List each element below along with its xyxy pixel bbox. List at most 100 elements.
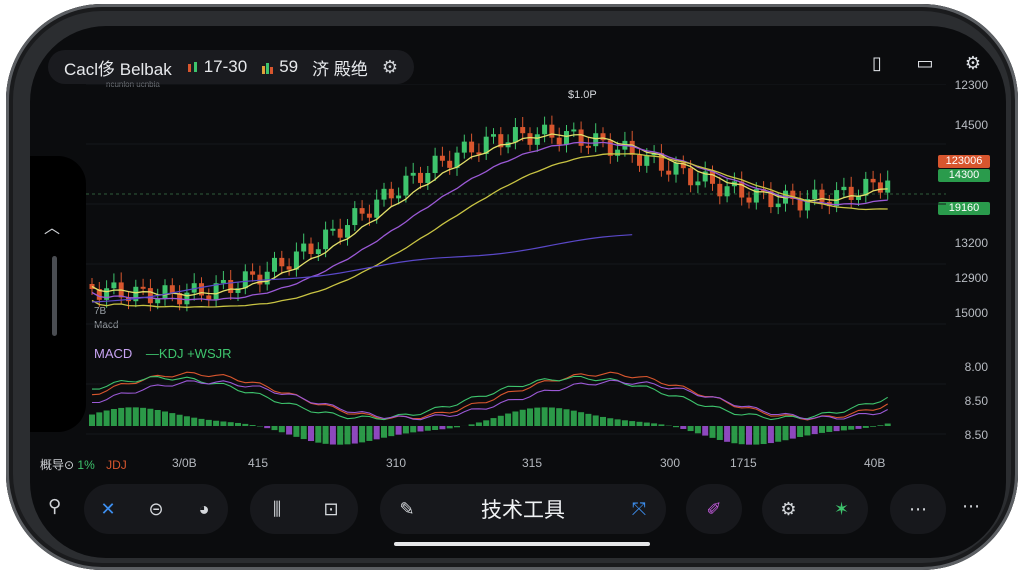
macd-bar [351,426,358,444]
macd-bar [833,426,840,432]
macd-bar [278,426,285,433]
macd-bar [154,409,161,426]
macd-bar [286,426,293,435]
brush-icon[interactable]: ✐ [695,490,733,528]
candle-body [812,189,818,200]
macd-bar [424,426,431,431]
candle-icon [186,60,200,74]
macd-bar [162,411,168,426]
macd-bar [877,425,884,426]
macd-bar [563,409,570,426]
macd-bar [680,426,687,429]
candle-body [877,182,883,193]
candle-body [666,170,672,175]
wrench-icon[interactable]: ✕ [89,490,127,528]
macd-bar [651,423,658,426]
macd-bar [804,426,811,436]
macd-bar [578,412,585,426]
macd-bar [512,411,519,426]
price-axis-label: 14500 [954,118,988,132]
circle-arrow-icon[interactable]: ⊝ [137,490,175,528]
macd-bar [848,426,855,430]
macd-bar [738,426,745,445]
symbol-title[interactable]: Cacl侈 Belbak [64,55,172,80]
square-icon[interactable]: ▯ [864,50,890,76]
candle-body [775,203,781,208]
macd-bar [220,421,227,426]
more-icon[interactable]: ⋯ [899,490,937,528]
tech-tools-button[interactable]: 技术工具 [481,494,565,524]
macd-bar [673,426,679,428]
candle-body [870,178,876,183]
macd-bar [775,426,782,442]
toolbar-group-2: ⫼ ⊡ [250,484,358,534]
macd-bar [556,408,563,426]
pie-icon[interactable]: ◕ [185,490,223,528]
macd-line [91,371,888,421]
draw-icon[interactable]: ✎ [388,490,426,528]
macd-bar [213,420,220,426]
macd-bar [753,426,760,445]
candle-body [637,154,642,166]
candle-body [673,162,679,175]
candle-body [724,186,730,197]
macd-bar [242,423,249,426]
more-icon[interactable]: ⋯ [962,496,980,517]
macd-bar [249,425,256,426]
network-icon[interactable]: ⤧ [620,490,658,528]
macd-bar [410,426,417,433]
chat-icon[interactable]: ▭ [912,50,938,76]
candle-body [564,131,569,145]
candle-body [542,124,548,135]
macd-bar [381,426,387,438]
macd-bar [300,426,307,440]
candle-body [425,173,431,183]
macd-bar [468,424,475,426]
macd-bar [446,426,453,429]
candlestick-chart[interactable]: $1.0P [86,84,946,474]
macd-line [92,379,888,421]
candle-body [147,288,153,304]
gear-icon[interactable]: ⚙ [382,57,398,78]
gear-icon[interactable]: ⚙ [770,490,808,528]
macd-lines [91,371,888,421]
candle-body [885,180,891,193]
macd-bar [870,426,877,427]
star-icon[interactable]: ✶ [823,490,861,528]
candle-body [337,228,343,238]
macd-bar [592,415,599,426]
macd-bar [548,407,555,426]
scroll-handle[interactable] [52,256,57,336]
candle-body [600,133,606,141]
macd-bar [643,422,650,426]
sliders-icon[interactable]: ⫼ [258,490,296,528]
macd-bar [621,420,628,426]
macd-bar [395,426,402,435]
macd-bar [702,426,709,436]
price-axis-label: 12300 [954,78,988,92]
macd-bar [315,426,322,443]
indicator-axis-label: 8.00 [964,360,988,374]
chevron-up-icon[interactable]: ︿ [44,214,60,237]
macd-bar [658,424,665,426]
candle-body [301,243,307,252]
candle-body [315,249,321,255]
candle-body [330,228,336,231]
macd-bar [527,408,533,426]
settings-icon[interactable]: ⚙ [960,50,986,76]
home-indicator[interactable] [394,542,650,546]
candle-body [366,213,372,218]
macd-bar [293,426,300,437]
location-icon[interactable]: ⚲ [48,496,61,517]
macd-bar [191,417,198,426]
macd-bar [490,418,497,426]
monitor-icon[interactable]: ⊡ [312,490,350,528]
candle-body [220,279,226,284]
macd-bar [746,426,752,445]
macd-bar [176,414,183,426]
candle-body [228,279,234,293]
macd-bar [198,418,205,426]
stat-count: 59 [261,57,298,77]
candle-body [374,199,380,218]
candle-body [739,181,745,198]
